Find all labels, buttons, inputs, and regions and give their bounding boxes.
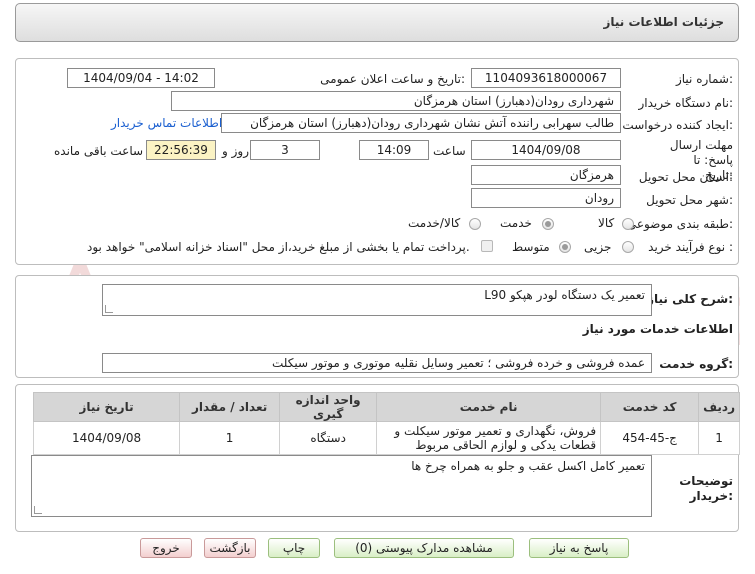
announce-label: تاریخ و ساعت اعلان عمومی: [320,72,465,86]
table-header-row: ردیف کد خدمت نام خدمت واحد اندازه گیری ت… [32,392,740,422]
view-documents-button[interactable]: مشاهده مدارک پیوستی (0) [334,538,514,558]
process-radio-medium[interactable] [559,241,571,253]
province-field: هرمزگان [471,165,621,185]
payment-note: پرداخت تمام یا بخشی از مبلغ خرید،از محل … [87,240,470,254]
province-label: استان محل تحویل: [638,170,733,184]
buyer-org-label: نام دستگاه خریدار: [638,96,734,110]
process-option-minor: جزیی [584,240,612,254]
exit-button[interactable]: خروج [140,538,192,558]
respond-button[interactable]: پاسخ به نیاز [529,538,629,558]
treasury-payment-checkbox[interactable] [481,240,493,252]
category-option-service: خدمت [500,216,532,230]
description-field: تعمیر کامل اکسل عقب و جلو به همراه چرخ ه… [31,455,652,517]
category-radio-goods-service[interactable] [469,218,481,230]
cell-unit: دستگاه [279,421,378,455]
print-button[interactable]: چاپ [268,538,320,558]
col-quantity: تعداد / مقدار [179,392,281,422]
service-group-label: گروه خدمت: [659,357,733,371]
col-need-date: تاریخ نیاز [32,392,181,422]
process-radio-minor[interactable] [622,241,634,253]
city-label: شهر محل تحویل: [646,193,733,207]
page-header: جزئیات اطلاعات نیاز [15,3,739,42]
cell-need-date: 1404/09/08 [32,421,181,455]
requester-label: ایجاد کننده درخواست: [622,118,733,132]
requester-field: طالب سهرابی راننده آتش نشان شهرداری رودا… [221,113,621,133]
city-field: رودان [471,188,621,208]
category-radio-service[interactable] [542,218,554,230]
need-number-field: 1104093618000067 [471,68,621,88]
service-group-field: عمده فروشی و خرده فروشی ؛ تعمیر وسایل نق… [102,353,652,373]
deadline-date-field: 1404/09/08 [471,140,621,160]
services-section-title: اطلاعات خدمات مورد نیاز [582,322,733,336]
category-option-goods-service: کالا/خدمت [408,216,461,230]
resize-grip-icon[interactable] [105,305,113,313]
contact-buyer-link[interactable]: اطلاعات تماس خریدار [111,116,222,130]
table-row: 1 ج-45-454 فروش، نگهداری و تعمیر موتور س… [32,421,740,455]
description-label: توضیحات خریدار: [679,474,733,503]
need-number-label: شماره نیاز: [675,72,733,86]
remaining-time-field: 22:56:39 [146,140,216,160]
col-service-code: کد خدمت [600,392,700,422]
category-radio-goods[interactable] [622,218,634,230]
col-unit: واحد اندازه گیری [279,392,378,422]
deadline-time-field: 14:09 [359,140,429,160]
items-table: ردیف کد خدمت نام خدمت واحد اندازه گیری ت… [32,392,740,455]
process-label: نوع فرآیند خرید : [648,240,733,254]
category-option-goods: کالا [598,216,615,230]
cell-quantity: 1 [179,421,281,455]
col-row-number: ردیف [698,392,740,422]
category-label: طبقه بندی موضوعی: [626,217,733,231]
col-service-name: نام خدمت [376,392,602,422]
resize-grip-icon[interactable] [34,506,42,514]
cell-service-code: ج-45-454 [600,421,700,455]
deadline-time-label: ساعت [433,144,466,158]
remaining-label: ساعت باقی مانده [54,144,144,158]
back-button[interactable]: بازگشت [204,538,256,558]
cell-service-name: فروش، نگهداری و تعمیر موتور سیکلت و قطعا… [376,421,602,455]
summary-field: تعمیر یک دستگاه لودر هپکو L90 [102,284,652,316]
days-label: روز و [222,144,249,158]
description-text: تعمیر کامل اکسل عقب و جلو به همراه چرخ ه… [411,459,645,473]
cell-row-number: 1 [698,421,740,455]
buyer-org-field: شهرداری رودان(دهبارز) استان هرمزگان [171,91,621,111]
summary-label: شرح کلی نیاز: [647,292,733,306]
announce-field: 1404/09/04 - 14:02 [67,68,215,88]
summary-text: تعمیر یک دستگاه لودر هپکو L90 [484,288,645,302]
page-title: جزئیات اطلاعات نیاز [603,15,724,29]
days-field: 3 [250,140,320,160]
info-panel [15,58,739,265]
process-option-medium: متوسط [512,240,550,254]
